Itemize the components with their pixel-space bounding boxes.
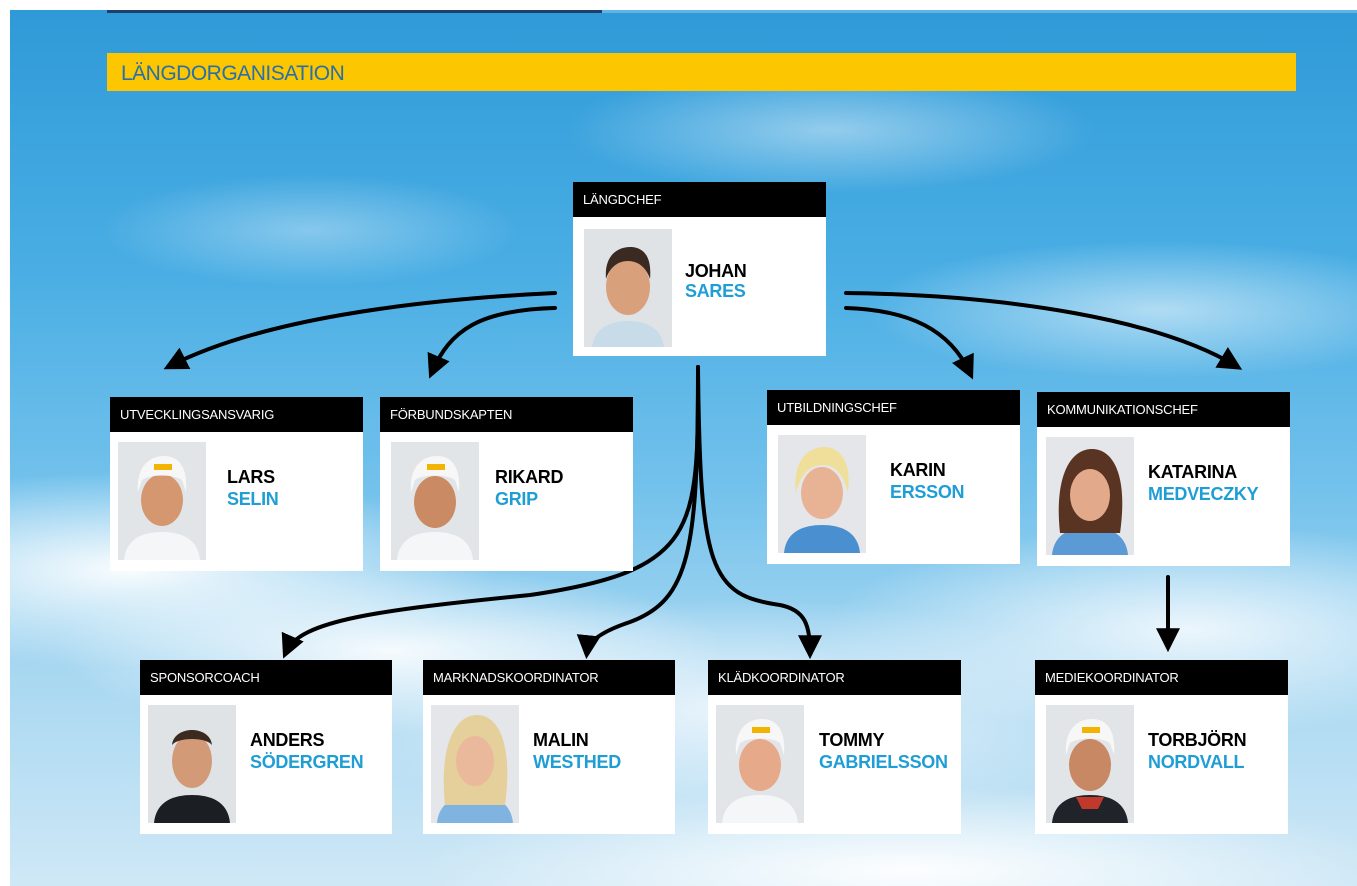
card-header: MARKNADSKOORDINATOR [423, 660, 675, 695]
first-name: KATARINA [1148, 462, 1237, 482]
role-title: KLÄDKOORDINATOR [718, 670, 845, 685]
role-title: LÄNGDCHEF [583, 192, 662, 207]
last-name: ERSSON [890, 482, 965, 502]
card-sponsorcoach: SPONSORCOACH ANDERS SÖDERGREN [140, 660, 392, 834]
arrow-to-utvecklingsansvarig [163, 291, 557, 370]
card-header: KLÄDKOORDINATOR [708, 660, 961, 695]
portrait-photo [1046, 705, 1134, 823]
arrow-to-utbildningschef [844, 306, 974, 380]
last-name: GRIP [495, 489, 538, 509]
portrait-photo [431, 705, 519, 823]
first-name: LARS [227, 467, 275, 487]
arrow-to-kommunikationschef [844, 291, 1243, 370]
first-name: JOHAN [685, 261, 747, 281]
card-utbildningschef: UTBILDNINGSCHEF KARIN ERSSON [767, 390, 1020, 564]
card-header: UTBILDNINGSCHEF [767, 390, 1020, 425]
portrait-photo [716, 705, 804, 823]
role-title: SPONSORCOACH [150, 670, 260, 685]
card-utvecklingsansvarig: UTVECKLINGSANSVARIG LARS SELIN [110, 397, 363, 571]
portrait-photo [391, 442, 479, 560]
role-title: UTBILDNINGSCHEF [777, 400, 897, 415]
card-header: FÖRBUNDSKAPTEN [380, 397, 633, 432]
role-title: MEDIEKOORDINATOR [1045, 670, 1179, 685]
first-name: TORBJÖRN [1148, 730, 1247, 750]
card-header: SPONSORCOACH [140, 660, 392, 695]
card-header: MEDIEKOORDINATOR [1035, 660, 1288, 695]
card-langdchef: LÄNGDCHEF JOHAN SARES [573, 182, 826, 356]
role-title: UTVECKLINGSANSVARIG [120, 407, 275, 422]
first-name: RIKARD [495, 467, 564, 487]
card-kommunikationschef: KOMMUNIKATIONSCHEF KATARINA MEDVECZKY [1037, 392, 1290, 566]
card-header: KOMMUNIKATIONSCHEF [1037, 392, 1290, 427]
role-title: KOMMUNIKATIONSCHEF [1047, 402, 1198, 417]
last-name: NORDVALL [1148, 752, 1245, 772]
card-header: LÄNGDCHEF [573, 182, 826, 217]
last-name: SELIN [227, 489, 279, 509]
card-kladkoordinator: KLÄDKOORDINATOR TOMMY GABRIELSSON [708, 660, 961, 834]
arrow-to-forbundskapten [427, 306, 557, 379]
card-header: UTVECKLINGSANSVARIG [110, 397, 363, 432]
portrait-photo [778, 435, 866, 553]
portrait-photo [584, 229, 672, 347]
portrait-photo [1046, 437, 1134, 555]
org-chart-canvas: LÄNGDORGANISATION LÄNGDCHEF JOHAN SARES [10, 10, 1357, 886]
role-title: MARKNADSKOORDINATOR [433, 670, 599, 685]
role-title: FÖRBUNDSKAPTEN [390, 407, 513, 422]
last-name: SARES [685, 281, 746, 301]
last-name: WESTHED [533, 752, 621, 772]
last-name: GABRIELSSON [819, 752, 948, 772]
portrait-photo [118, 442, 206, 560]
last-name: MEDVECZKY [1148, 484, 1259, 504]
first-name: TOMMY [819, 730, 885, 750]
card-forbundskapten: FÖRBUNDSKAPTEN RIKARD GRIP [380, 397, 633, 571]
first-name: ANDERS [250, 730, 325, 750]
last-name: SÖDERGREN [250, 752, 364, 772]
card-marknadskoordinator: MARKNADSKOORDINATOR MALIN WESTHED [423, 660, 675, 834]
first-name: KARIN [890, 460, 946, 480]
card-mediekoordinator: MEDIEKOORDINATOR TORBJÖRN NORDVALL [1035, 660, 1288, 834]
first-name: MALIN [533, 730, 589, 750]
portrait-photo [148, 705, 236, 823]
